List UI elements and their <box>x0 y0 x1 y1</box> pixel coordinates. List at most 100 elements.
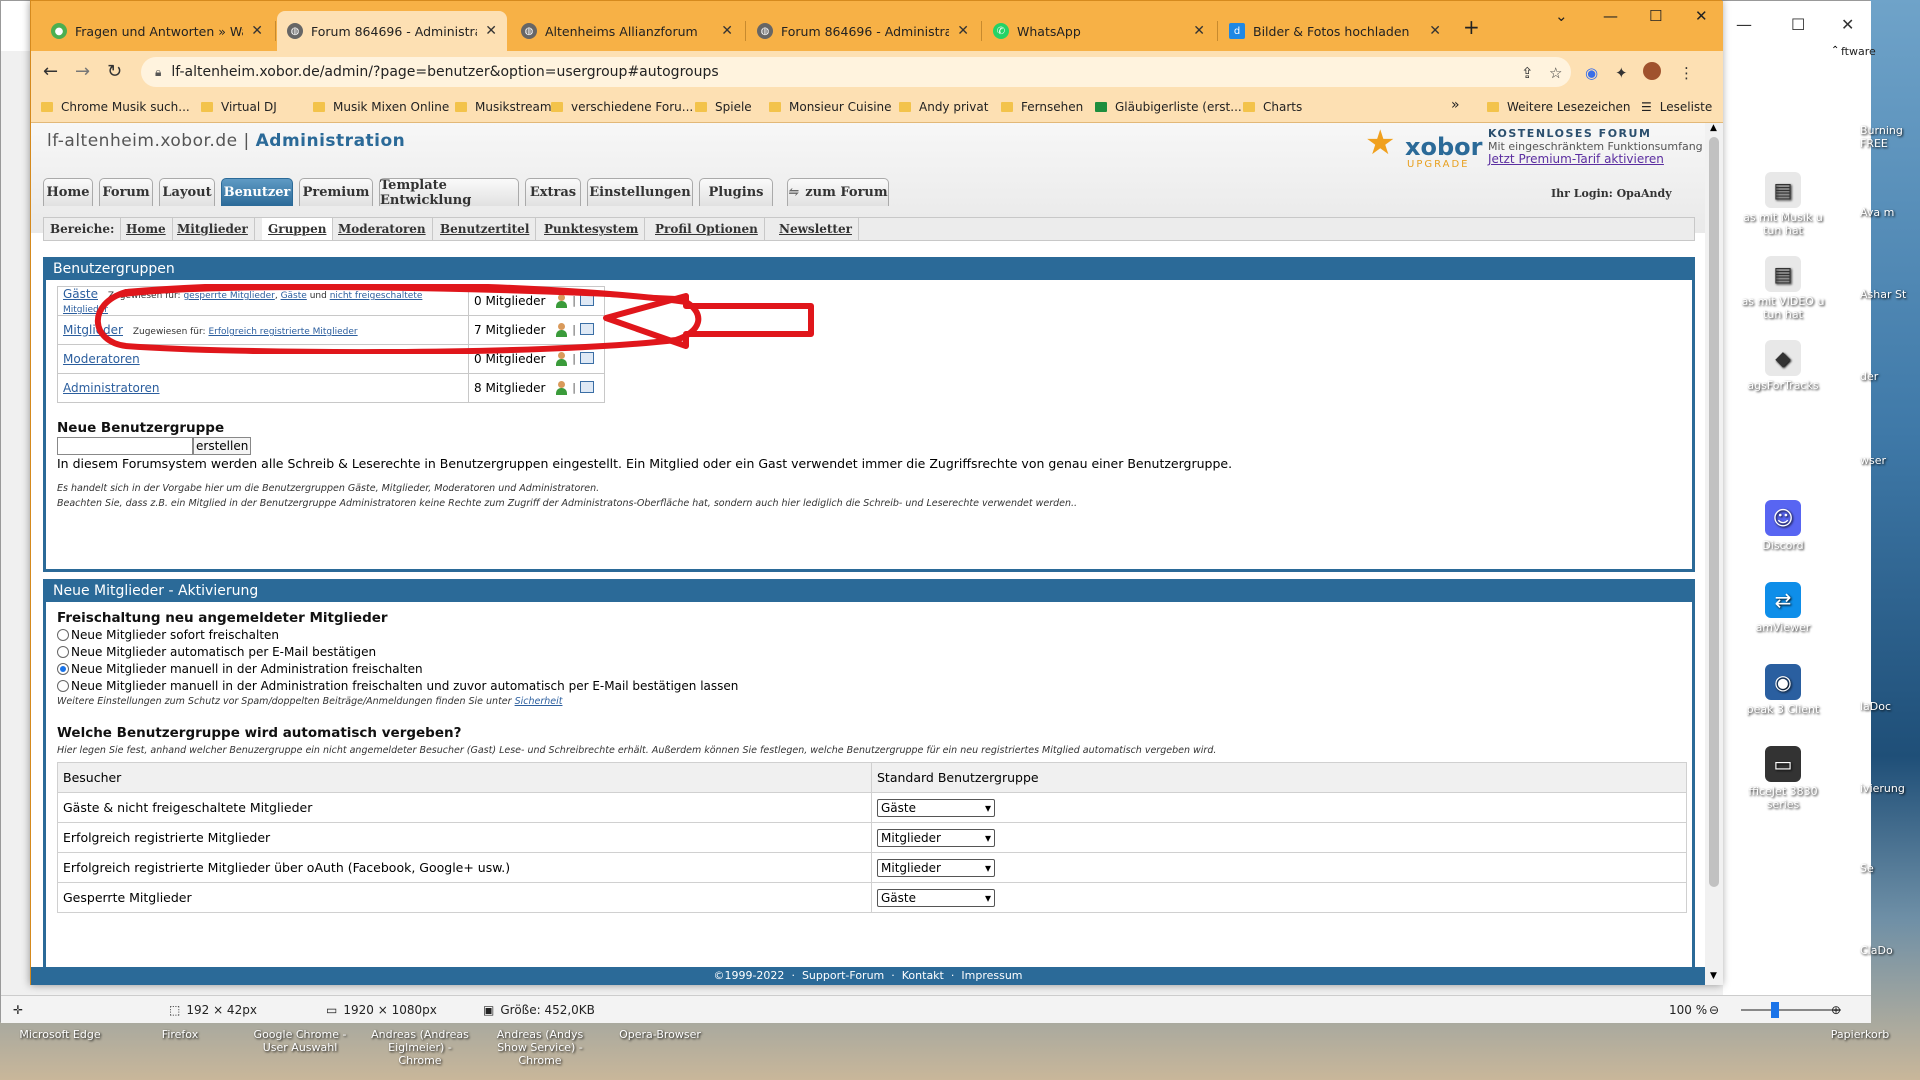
desktop-icon-video[interactable]: ▤ as mit VIDEO u tun hat <box>1735 256 1831 321</box>
subnav-punktesystem[interactable]: Punktesystem <box>538 218 646 240</box>
share-icon[interactable]: ⇪ <box>1521 64 1534 82</box>
subnav-profil-optionen[interactable]: Profil Optionen <box>649 218 765 240</box>
desktop-label-burning[interactable]: Burning FREE <box>1860 124 1920 150</box>
desktop-label-se[interactable]: Se <box>1860 862 1920 875</box>
radio-button[interactable] <box>57 679 69 692</box>
group-select[interactable]: Mitglieder ▾ <box>877 858 995 877</box>
subnav-moderatoren[interactable]: Moderatoren <box>332 218 433 240</box>
taskbar-item-firefox[interactable]: Firefox <box>125 1028 235 1041</box>
tab-forum-admin[interactable]: ◍ Forum 864696 - Administration ✕ <box>747 11 979 51</box>
tab-close-icon[interactable]: ✕ <box>485 23 497 39</box>
assigned-link[interactable]: gesperrte Mitglieder <box>183 291 274 301</box>
subnav-gruppen[interactable]: Gruppen <box>262 218 334 240</box>
security-link[interactable]: Sicherheit <box>515 696 563 707</box>
tab-close-icon[interactable]: ✕ <box>957 23 969 39</box>
tab-fragen[interactable]: ● Fragen und Antworten » Warum ✕ <box>41 11 273 51</box>
tab-bilder[interactable]: d Bilder & Fotos hochladen ✕ <box>1219 11 1451 51</box>
subnav-home[interactable]: Home <box>120 218 173 240</box>
radio-option-manuell-email[interactable]: Neue Mitglieder manuell in der Administr… <box>57 677 1216 694</box>
bookmark-virtual-dj[interactable]: Virtual DJ <box>201 100 277 114</box>
desktop-icon-printer[interactable]: ▭ fficeJet 3830 series <box>1735 746 1831 811</box>
profile-avatar-icon[interactable] <box>1643 62 1661 80</box>
bookmark-star-icon[interactable]: ☆ <box>1549 64 1562 82</box>
radio-option-manuell[interactable]: Neue Mitglieder manuell in der Administr… <box>57 660 1216 677</box>
desktop-label-wser[interactable]: wser <box>1860 454 1920 467</box>
group-link-gaeste[interactable]: Gäste <box>63 287 98 301</box>
bookmark-andy-privat[interactable]: Andy privat <box>899 100 988 114</box>
subnav-newsletter[interactable]: Newsletter <box>773 218 859 240</box>
taskbar-item-chrome-andys[interactable]: Andreas (Andys Show Service) - Chrome <box>485 1028 595 1067</box>
desktop-label-der[interactable]: der <box>1860 370 1920 383</box>
bookmark-musikstream[interactable]: Musikstream <box>455 100 552 114</box>
desktop-label-ava[interactable]: Ava m <box>1860 206 1920 219</box>
tab-close-icon[interactable]: ✕ <box>1193 23 1205 39</box>
bookmark-musik-mixen[interactable]: Musik Mixen Online <box>313 100 449 114</box>
extension-lens-icon[interactable]: ◉ <box>1585 64 1598 82</box>
radio-button-selected[interactable] <box>57 662 69 675</box>
minimize-icon[interactable]: — <box>1603 7 1618 25</box>
desktop-icon-discord[interactable]: ☺ Discord <box>1735 500 1831 552</box>
radio-option-email[interactable]: Neue Mitglieder automatisch per E-Mail b… <box>57 643 1216 660</box>
subnav-benutzertitel[interactable]: Benutzertitel <box>434 218 537 240</box>
zoom-out-button[interactable]: ⊖ <box>1709 1003 1719 1017</box>
bookmark-spiele[interactable]: Spiele <box>695 100 752 114</box>
rights-book-icon[interactable] <box>580 381 594 394</box>
tab-forum-admin-active[interactable]: ◍ Forum 864696 - Administration ✕ <box>277 11 507 51</box>
desktop-icon-tags[interactable]: ◆ agsForTracks <box>1735 340 1831 392</box>
assigned-link[interactable]: Gäste <box>281 291 307 301</box>
new-tab-button[interactable]: + <box>1463 15 1480 39</box>
desktop-label-clado[interactable]: ClaDo <box>1860 944 1920 957</box>
reading-list-button[interactable]: ☰ Leseliste <box>1641 100 1712 114</box>
user-icon[interactable] <box>555 381 568 396</box>
rights-book-icon[interactable] <box>580 352 594 365</box>
footer-link-impressum[interactable]: Impressum <box>961 969 1022 982</box>
user-icon[interactable] <box>555 294 568 309</box>
taskbar-item-edge[interactable]: Microsoft Edge <box>5 1028 115 1041</box>
user-icon[interactable] <box>555 352 568 367</box>
url-text[interactable]: lf-altenheim.xobor.de/admin/?page=benutz… <box>171 64 718 80</box>
bookmark-chrome-musik[interactable]: Chrome Musik such... <box>41 100 190 114</box>
tab-forum[interactable]: Forum <box>99 178 153 206</box>
desktop-icon-teamviewer[interactable]: ⇄ amViewer <box>1735 582 1831 634</box>
tab-search-icon[interactable]: ⌄ <box>1555 7 1568 25</box>
tab-einstellungen[interactable]: Einstellungen <box>587 178 693 206</box>
scrollbar-thumb[interactable] <box>1709 137 1719 887</box>
xobor-logo[interactable]: ★ xobor UPGRADE <box>1361 123 1482 173</box>
tab-home[interactable]: Home <box>43 178 93 206</box>
close-icon[interactable]: ✕ <box>1695 7 1708 25</box>
back-icon[interactable]: ← <box>43 61 58 82</box>
tab-close-icon[interactable]: ✕ <box>721 23 733 39</box>
tab-close-icon[interactable]: ✕ <box>1429 23 1441 39</box>
bookmark-glaeubigerliste[interactable]: Gläubigerliste (erst... <box>1095 100 1242 114</box>
tab-whatsapp[interactable]: ✆ WhatsApp ✕ <box>983 11 1215 51</box>
scroll-down-icon[interactable]: ▼ <box>1710 971 1717 981</box>
group-select[interactable]: Gäste ▾ <box>877 798 995 817</box>
taskbar-item-chrome-user[interactable]: Google Chrome - User Auswahl <box>245 1028 355 1054</box>
reload-icon[interactable]: ↻ <box>107 61 122 82</box>
viewer-maximize-icon[interactable]: ☐ <box>1791 15 1805 34</box>
bookmark-verschiedene-foren[interactable]: verschiedene Foru... <box>551 100 693 114</box>
lock-icon[interactable]: 🔒︎ <box>155 65 161 80</box>
group-link-mitglieder[interactable]: Mitglieder <box>63 323 123 337</box>
viewer-minimize-icon[interactable]: — <box>1736 15 1752 34</box>
menu-kebab-icon[interactable]: ⋮ <box>1679 64 1694 82</box>
new-group-input[interactable] <box>57 437 193 455</box>
group-select[interactable]: Mitglieder ▾ <box>877 828 995 847</box>
bookmark-fernsehen[interactable]: Fernsehen <box>1001 100 1083 114</box>
address-bar[interactable]: 🔒︎ lf-altenheim.xobor.de/admin/?page=ben… <box>141 57 1571 87</box>
extensions-puzzle-icon[interactable]: ✦ <box>1615 64 1628 82</box>
chevron-up-icon[interactable]: ⌃ <box>1831 45 1839 56</box>
tab-plugins[interactable]: Plugins <box>699 178 773 206</box>
taskbar-item-chrome-andreas[interactable]: Andreas (Andreas Eiglmeier) - Chrome <box>365 1028 475 1067</box>
desktop-icon-teamspeak[interactable]: ◉ peak 3 Client <box>1735 664 1831 716</box>
premium-link[interactable]: Jetzt Premium-Tarif aktivieren <box>1488 152 1664 166</box>
tab-close-icon[interactable]: ✕ <box>251 23 263 39</box>
bookmark-weitere[interactable]: Weitere Lesezeichen <box>1487 100 1631 114</box>
desktop-icon-recycle-bin[interactable]: Papierkorb <box>1810 1028 1910 1041</box>
desktop-label-ashar[interactable]: Ashar St <box>1860 288 1920 301</box>
tab-premium[interactable]: Premium <box>299 178 373 206</box>
assigned-link[interactable]: Erfolgreich registrierte Mitglieder <box>208 327 357 337</box>
group-link-moderatoren[interactable]: Moderatoren <box>63 352 140 366</box>
group-select[interactable]: Gäste ▾ <box>877 888 995 907</box>
radio-option-sofort[interactable]: Neue Mitglieder sofort freischalten <box>57 626 1216 643</box>
